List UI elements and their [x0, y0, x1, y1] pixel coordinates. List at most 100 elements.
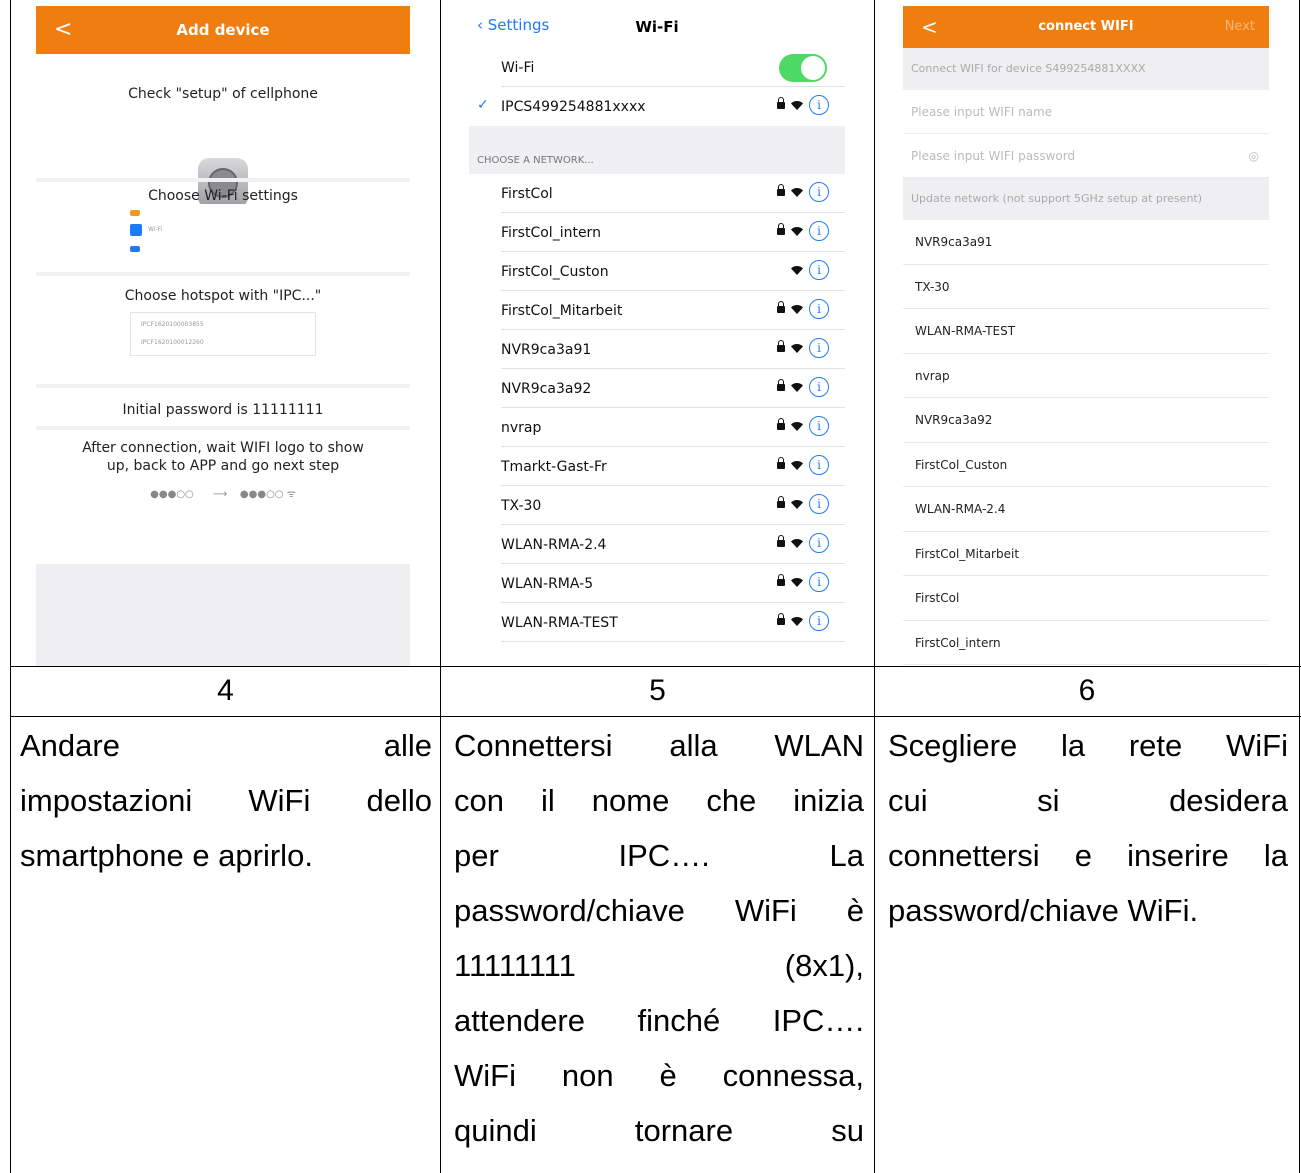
network-row[interactable]: TX-30 i	[469, 486, 845, 525]
step-5-description: Connettersi alla WLAN con il nome che inizia per…	[454, 718, 864, 1173]
eye-icon[interactable]: ◎	[1249, 134, 1259, 178]
network-icons: i	[777, 416, 829, 436]
wifi-icon	[791, 382, 803, 392]
description-line: password/chiave WiFi.	[888, 893, 1199, 928]
description-line: con il nome che inizia	[454, 783, 864, 818]
wifi-toggle[interactable]	[779, 54, 827, 82]
table-divider-1	[440, 0, 441, 1173]
network-name: WLAN-RMA-TEST	[501, 615, 618, 631]
network-row[interactable]: FirstCol i	[469, 174, 845, 213]
network-row[interactable]: Tmarkt-Gast-Fr i	[469, 447, 845, 486]
step-6-description: Scegliere la rete WiFi cui si desidera connette…	[888, 718, 1288, 938]
hotspot-list-thumbnail: IPCF1620100003855 IPCF1620100012260	[130, 312, 316, 356]
info-icon[interactable]: i	[809, 611, 829, 631]
info-icon[interactable]: i	[809, 572, 829, 592]
description-line: attendere finché IPC….	[454, 1003, 864, 1038]
signal-indicator-icons: ●●●○○ ⟶ ●●●○○ ᯤ	[150, 489, 296, 500]
network-icons: i	[777, 533, 829, 553]
wifi-icon	[791, 460, 803, 470]
network-icons: i	[777, 338, 829, 358]
network-row[interactable]: WLAN-RMA-TEST i	[469, 603, 845, 642]
back-icon[interactable]: <	[921, 6, 938, 48]
screenshot-connect-wifi: < connect WIFI Next Connect WIFI for dev…	[903, 6, 1269, 666]
network-list: FirstCol i FirstCol_intern i FirstCol_Custon…	[469, 174, 845, 642]
description-line: connettersi e inserire la	[888, 838, 1288, 873]
step-number-6: 6	[1078, 674, 1096, 707]
instruction-step-1: Check "setup" of cellphone	[128, 86, 318, 102]
wifi-password-input[interactable]: Please input WIFI password ◎	[903, 134, 1269, 178]
network-name: FirstCol	[501, 186, 553, 202]
info-icon[interactable]: i	[809, 182, 829, 202]
network-item[interactable]: WLAN-RMA-TEST	[903, 309, 1269, 354]
connected-network-name: IPCS499254881xxxx	[501, 99, 646, 115]
network-item[interactable]: nvrap	[903, 354, 1269, 398]
network-icons: i	[777, 455, 829, 475]
wifi-icon	[791, 187, 803, 197]
wifi-name-input[interactable]: Please input WIFI name	[903, 90, 1269, 134]
network-item[interactable]: FirstCol_Mitarbeit	[903, 532, 1269, 576]
info-icon[interactable]: i	[809, 416, 829, 436]
info-icon[interactable]: i	[809, 338, 829, 358]
network-icons: i	[777, 221, 829, 241]
lock-icon	[777, 495, 785, 508]
available-network-list: NVR9ca3a91 TX-30 WLAN-RMA-TEST nvrap NVR9ca3…	[903, 220, 1269, 665]
info-icon[interactable]: i	[809, 533, 829, 553]
network-item[interactable]: NVR9ca3a92	[903, 398, 1269, 443]
network-icons: i	[777, 611, 829, 631]
network-row[interactable]: FirstCol_intern i	[469, 213, 845, 252]
network-row[interactable]: nvrap i	[469, 408, 845, 447]
lock-icon	[777, 222, 785, 235]
back-icon[interactable]: <	[54, 6, 72, 54]
instruction-step-5-line-1: After connection, wait WIFI logo to show	[82, 440, 364, 456]
table-row-divider-2	[10, 716, 1301, 717]
description-line: WiFi non è connessa,	[454, 1058, 864, 1093]
network-item[interactable]: TX-30	[903, 265, 1269, 309]
network-row[interactable]: WLAN-RMA-5 i	[469, 564, 845, 603]
lock-icon	[777, 417, 785, 430]
wifi-icon	[791, 577, 803, 587]
network-icons: i	[777, 95, 829, 115]
lock-icon	[777, 378, 785, 391]
network-name: FirstCol_Custon	[501, 264, 609, 280]
description-line: impostazioni WiFi dello	[20, 783, 432, 818]
info-icon[interactable]: i	[809, 260, 829, 280]
lock-icon	[777, 300, 785, 313]
info-icon[interactable]: i	[809, 221, 829, 241]
network-item[interactable]: FirstCol_intern	[903, 621, 1269, 665]
instruction-step-3: Choose hotspot with "IPC..."	[124, 288, 322, 304]
header-title: connect WIFI	[1038, 19, 1134, 34]
info-icon[interactable]: i	[809, 377, 829, 397]
lock-icon	[777, 339, 785, 352]
connected-network-row[interactable]: ✓ IPCS499254881xxxx i	[469, 87, 845, 126]
network-item[interactable]: FirstCol_Custon	[903, 443, 1269, 487]
wifi-icon	[791, 265, 803, 275]
network-row[interactable]: FirstCol_Mitarbeit i	[469, 291, 845, 330]
wifi-icon	[791, 538, 803, 548]
network-item[interactable]: NVR9ca3a91	[903, 220, 1269, 265]
instruction-step-2: Choose Wi-Fi settings	[148, 188, 298, 204]
next-button[interactable]: Next	[1225, 6, 1255, 48]
add-device-header: < Add device	[36, 6, 410, 54]
info-icon[interactable]: i	[809, 299, 829, 319]
description-line: cui si desidera	[888, 783, 1288, 818]
network-name: Tmarkt-Gast-Fr	[501, 459, 607, 475]
lock-icon	[777, 183, 785, 196]
network-item[interactable]: FirstCol	[903, 576, 1269, 621]
nav-title: Wi-Fi	[635, 18, 679, 36]
network-row[interactable]: NVR9ca3a92 i	[469, 369, 845, 408]
info-icon[interactable]: i	[809, 455, 829, 475]
step-4-description: Andare alle impostazioni WiFi dello smartphon…	[20, 718, 432, 883]
description-line: password/chiave WiFi è	[454, 893, 864, 928]
lock-icon	[777, 456, 785, 469]
info-icon[interactable]: i	[809, 95, 829, 115]
network-row[interactable]: WLAN-RMA-2.4 i	[469, 525, 845, 564]
header-title: Add device	[176, 21, 270, 39]
network-item[interactable]: WLAN-RMA-2.4	[903, 487, 1269, 532]
update-network-hint[interactable]: Update network (not support 5GHz setup a…	[903, 178, 1269, 220]
lock-icon	[777, 573, 785, 586]
info-icon[interactable]: i	[809, 494, 829, 514]
network-row[interactable]: FirstCol_Custon i	[469, 252, 845, 291]
wifi-settings-thumbnail: Wi-Fi	[130, 204, 316, 260]
network-icons: i	[777, 494, 829, 514]
network-row[interactable]: NVR9ca3a91 i	[469, 330, 845, 369]
